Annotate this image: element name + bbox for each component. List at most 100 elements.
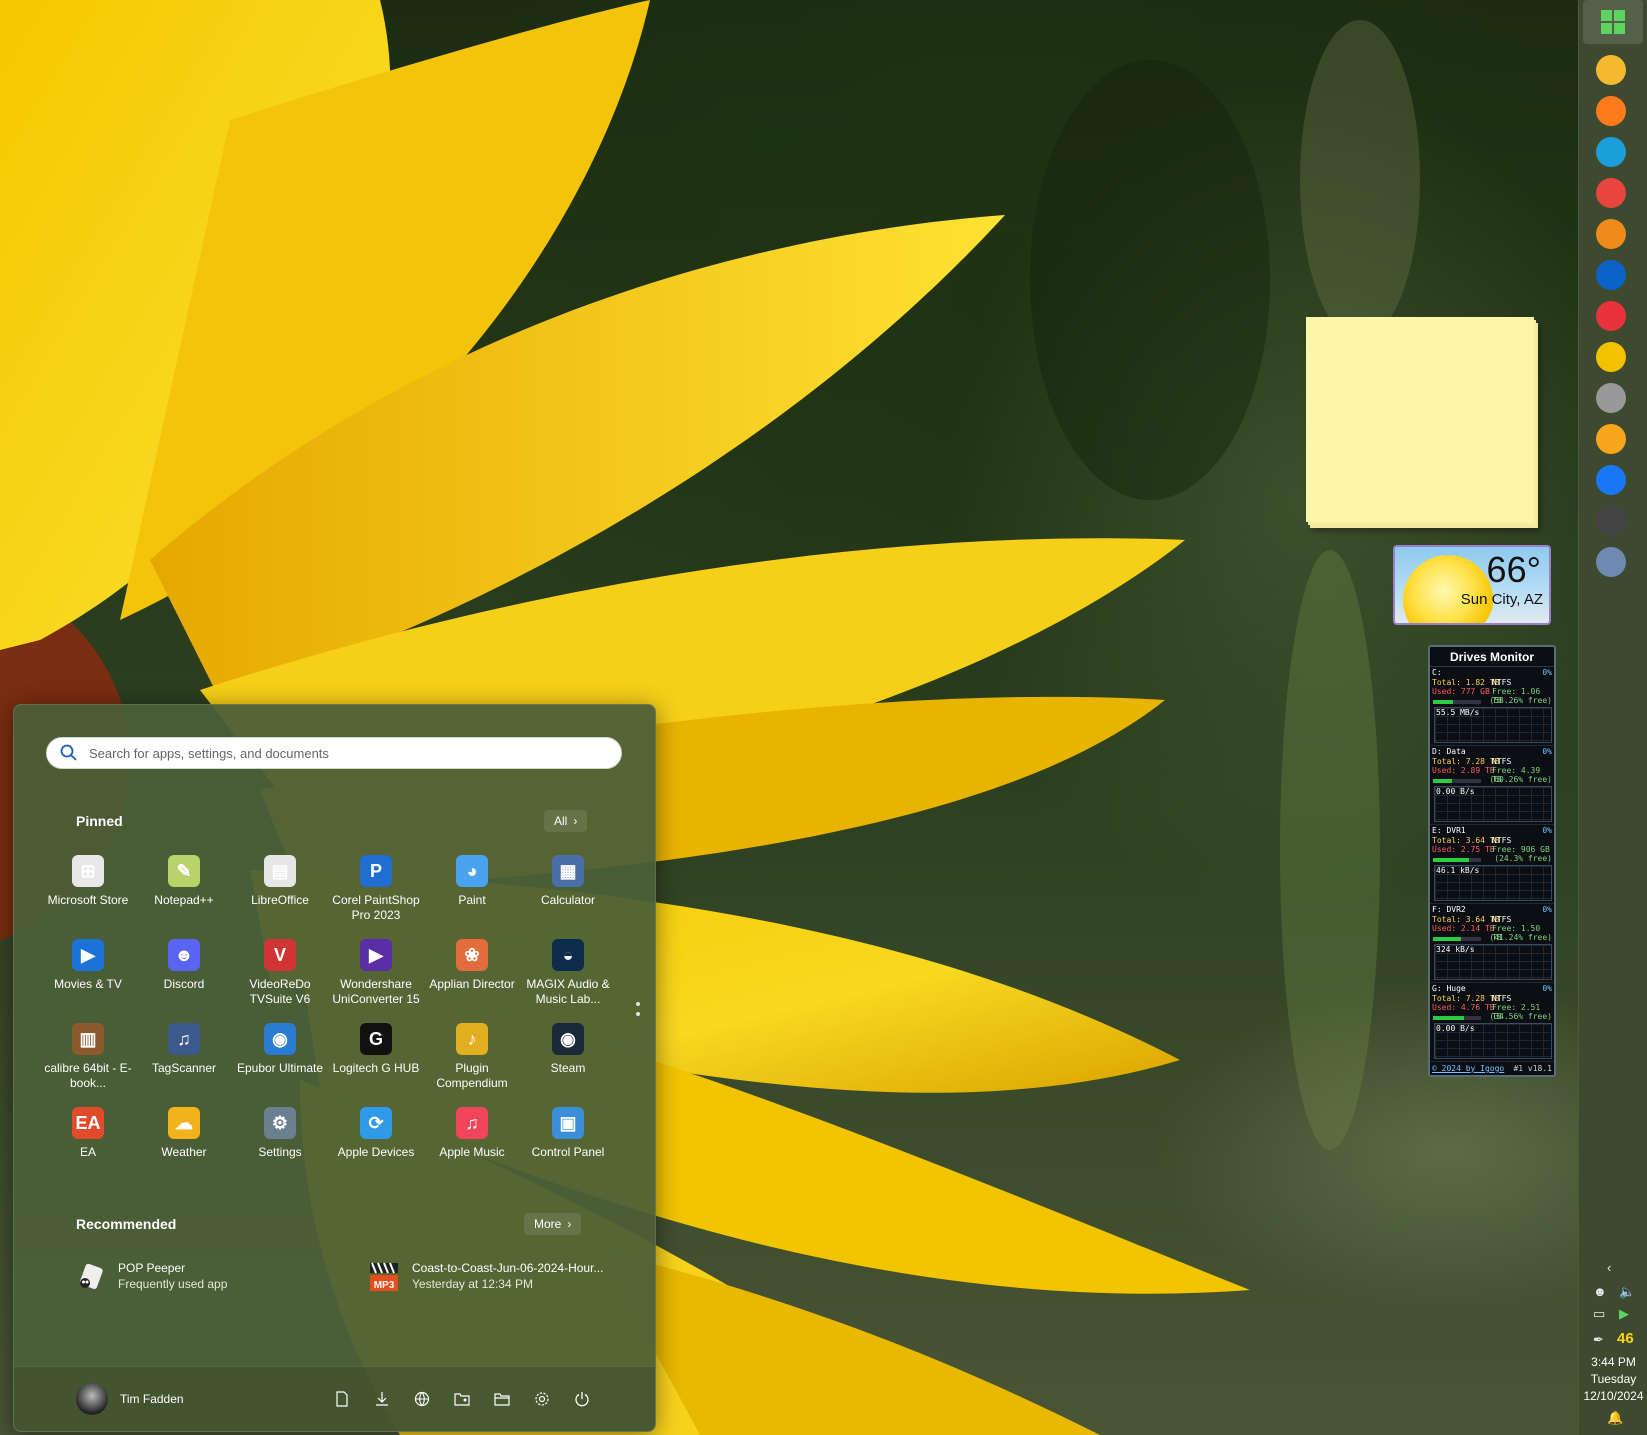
taskbar-q-app-button[interactable] <box>1593 298 1629 334</box>
recommended-name: Coast-to-Coast-Jun-06-2024-Hour... <box>412 1261 604 1275</box>
mp3-file-icon: MP3 <box>370 1262 398 1291</box>
chevron-left-icon[interactable]: ‹ <box>1607 1260 1611 1275</box>
tagscanner-icon: ♫ <box>168 1023 200 1055</box>
taskbar-quill-button[interactable] <box>1593 339 1629 375</box>
documents-button[interactable] <box>330 1387 354 1411</box>
taskbar-chrome-button[interactable] <box>1593 175 1629 211</box>
pinned-app-label: Apple Devices <box>337 1145 415 1159</box>
tray-badge-count[interactable]: 46 <box>1617 1330 1634 1347</box>
search-box[interactable] <box>46 737 622 769</box>
pinned-title: Pinned <box>76 813 123 829</box>
quill-tray-icon[interactable]: ✒ <box>1593 1332 1604 1348</box>
pinned-app-paintshop-pro[interactable]: P Corel PaintShop Pro 2023 <box>328 851 424 931</box>
pinned-app-label: VideoReDo TVSuite V6 <box>249 977 311 1006</box>
pinned-app-apple-music[interactable]: ♫ Apple Music <box>424 1103 520 1183</box>
gear-icon <box>535 1392 549 1406</box>
file-explorer-icon <box>1596 55 1626 85</box>
user-folder-button[interactable] <box>450 1387 474 1411</box>
pinned-app-calibre[interactable]: ▥ calibre 64bit - E-book... <box>40 1019 136 1099</box>
settings-button[interactable] <box>530 1387 554 1411</box>
drive-usage-bar <box>1433 700 1481 704</box>
pinned-app-label: Steam <box>550 1061 586 1075</box>
start-button[interactable] <box>1583 0 1643 44</box>
firefox-icon <box>1596 96 1626 126</box>
taskbar-weather-taskbar-button[interactable] <box>1593 421 1629 457</box>
discord-tray-icon[interactable]: ☻ <box>1593 1284 1607 1299</box>
pinned-app-videoredo[interactable]: V VideoReDo TVSuite V6 <box>232 935 328 1015</box>
recommended-item-coast-to-coast[interactable]: MP3 Coast-to-Coast-Jun-06-2024-Hour... Y… <box>368 1261 603 1293</box>
pinned-app-uniconverter[interactable]: ▶ Wondershare UniConverter 15 <box>328 935 424 1015</box>
pinned-app-calculator[interactable]: ▦ Calculator <box>520 851 616 931</box>
pinned-app-paint[interactable]: ◕ Paint <box>424 851 520 931</box>
clock-day[interactable]: Tuesday <box>1579 1372 1647 1386</box>
drive-used: Used: 2.14 TB <box>1432 924 1495 933</box>
taskbar-firefox-button[interactable] <box>1593 93 1629 129</box>
taskbar-outlook-button[interactable] <box>1593 257 1629 293</box>
drive-usage-bar <box>1433 779 1481 783</box>
pinned-app-control-panel[interactable]: ▣ Control Panel <box>520 1103 616 1183</box>
drives-monitor-link[interactable]: © 2024 by Igogo <box>1432 1064 1504 1073</box>
pinned-app-discord[interactable]: ☻ Discord <box>136 935 232 1015</box>
pinned-app-tagscanner[interactable]: ♫ TagScanner <box>136 1019 232 1099</box>
taskbar-mpc-be-button[interactable] <box>1593 503 1629 539</box>
weather-taskbar-icon <box>1596 424 1626 454</box>
pinned-app-magix[interactable]: ◒ MAGIX Audio & Music Lab... <box>520 935 616 1015</box>
power-button[interactable] <box>570 1387 594 1411</box>
pinned-app-settings[interactable]: ⚙ Settings <box>232 1103 328 1183</box>
user-folder-icon <box>454 1393 470 1406</box>
file-explorer-button[interactable] <box>490 1387 514 1411</box>
sticky-note-widget[interactable] <box>1306 317 1534 522</box>
pinned-app-epubor[interactable]: ◉ Epubor Ultimate <box>232 1019 328 1099</box>
play-tray-icon[interactable]: ▶ <box>1619 1306 1629 1322</box>
pinned-app-applian-director[interactable]: ❀ Applian Director <box>424 935 520 1015</box>
pinned-app-movies-tv[interactable]: ▶ Movies & TV <box>40 935 136 1015</box>
taskbar-pop-peeper-button[interactable] <box>1593 380 1629 416</box>
network-tray-icon[interactable]: ▭ <box>1593 1306 1605 1322</box>
drive-activity-percent: 0% <box>1542 747 1552 756</box>
drive-used: Used: 2.89 TB <box>1432 766 1495 775</box>
network-button[interactable] <box>410 1387 434 1411</box>
clock-time[interactable]: 3:44 PM <box>1579 1355 1647 1369</box>
drives-monitor-gadget[interactable]: Drives Monitor C: 0% Total: 1.82 TB NTFS Use… <box>1428 645 1556 1077</box>
taskbar-photo-app-button[interactable] <box>1593 544 1629 580</box>
drive-name: F: DVR2 <box>1432 905 1466 914</box>
drive-free-percent: (24.3% free) <box>1494 854 1552 863</box>
pinned-app-weather[interactable]: ☁ Weather <box>136 1103 232 1183</box>
page-indicator-dots[interactable] <box>636 1002 640 1022</box>
pinned-app-libreoffice[interactable]: ▤ LibreOffice <box>232 851 328 931</box>
user-account-button[interactable]: Tim Fadden <box>76 1383 184 1415</box>
applian-director-icon: ❀ <box>456 939 488 971</box>
pinned-app-label: Microsoft Store <box>47 893 129 907</box>
more-button[interactable]: More › <box>524 1213 582 1235</box>
all-apps-button[interactable]: All › <box>544 810 588 832</box>
magix-icon: ◒ <box>552 939 584 971</box>
drive-filesystem: NTFS <box>1492 994 1512 1003</box>
pinned-app-microsoft-store[interactable]: ⊞ Microsoft Store <box>40 851 136 931</box>
pinned-app-plugin-compendium[interactable]: ♪ Plugin Compendium <box>424 1019 520 1099</box>
drive-name: D: Data <box>1432 747 1466 756</box>
document-icon <box>336 1391 348 1407</box>
control-panel-icon: ▣ <box>552 1107 584 1139</box>
plugin-compendium-icon: ♪ <box>456 1023 488 1055</box>
pinned-app-label: Wondershare UniConverter 15 <box>332 977 420 1006</box>
weather-widget[interactable]: 66° Sun City, AZ <box>1393 545 1551 625</box>
taskbar-edge-button[interactable] <box>1593 134 1629 170</box>
pinned-app-ea[interactable]: EA EA <box>40 1103 136 1183</box>
pinned-app-notepad-plus-plus[interactable]: ✎ Notepad++ <box>136 851 232 931</box>
search-input[interactable] <box>87 744 621 762</box>
pinned-app-apple-devices[interactable]: ⟳ Apple Devices <box>328 1103 424 1183</box>
notification-bell-icon[interactable]: 🔔 <box>1607 1410 1623 1426</box>
taskbar-facebook-button[interactable] <box>1593 462 1629 498</box>
recommended-item-pop-peeper[interactable]: POP Peeper Frequently used app <box>74 1261 227 1293</box>
taskbar-mail-button[interactable] <box>1593 216 1629 252</box>
clock-date[interactable]: 12/10/2024 <box>1579 1389 1647 1403</box>
taskbar-file-explorer-button[interactable] <box>1593 52 1629 88</box>
pinned-app-logitech-ghub[interactable]: G Logitech G HUB <box>328 1019 424 1099</box>
downloads-button[interactable] <box>370 1387 394 1411</box>
pinned-app-steam[interactable]: ◉ Steam <box>520 1019 616 1099</box>
drive-name: C: <box>1432 668 1442 677</box>
chrome-icon <box>1596 178 1626 208</box>
pinned-app-label: Calculator <box>540 893 596 907</box>
volume-icon[interactable]: 🔈 <box>1619 1284 1635 1300</box>
photo-app-icon <box>1596 547 1626 577</box>
